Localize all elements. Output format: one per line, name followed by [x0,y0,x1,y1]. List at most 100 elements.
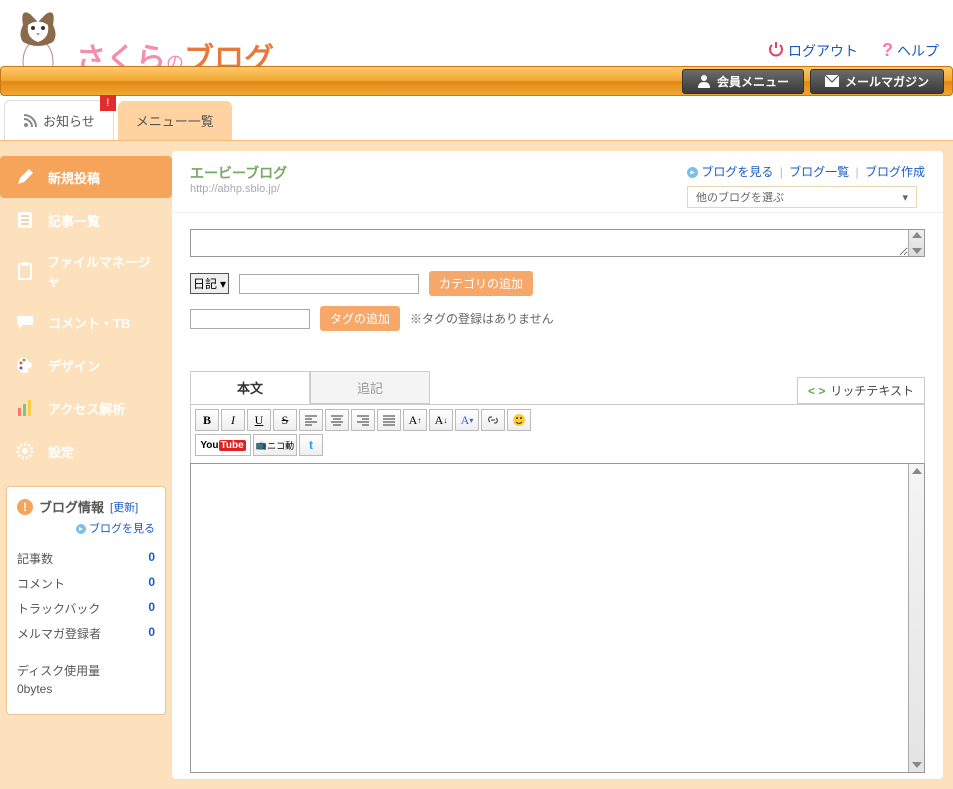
blog-select[interactable]: 他のブログを選ぶ ▾ [687,186,917,208]
sidebar-item-analytics[interactable]: アクセス解析 [0,387,172,429]
disk-label: ディスク使用量 [17,662,155,680]
tag-input[interactable] [190,309,310,329]
tab-news[interactable]: お知らせ ! [4,100,114,140]
sidebar-item-posts[interactable]: 記事一覧 [0,199,172,241]
stat-val: 0 [148,550,155,567]
blog-info-update-link[interactable]: [更新] [110,499,138,515]
underline-button[interactable]: U [247,409,271,431]
italic-button[interactable]: I [221,409,245,431]
member-menu-button[interactable]: 会員メニュー [682,69,804,94]
category-select-label: 日記 [193,275,217,292]
tab-news-label: お知らせ [43,111,95,130]
stat-row: コメント0 [17,571,155,596]
speech-icon [14,311,36,333]
info-icon: ! [17,499,33,515]
disk-usage: ディスク使用量 0bytes [17,662,155,698]
clipboard-icon [14,260,35,282]
font-color-button[interactable]: A▾ [455,409,479,431]
align-right-button[interactable] [351,409,375,431]
sidebar-item-label: アクセス解析 [48,399,125,418]
header: さくらのブログ SAKURA's blog ログアウト ? ヘルプ 会員メニュー… [0,0,953,96]
editor-tab-append[interactable]: 追記 [310,371,430,404]
logout-link[interactable]: ログアウト [768,40,858,61]
sidebar-item-label: ファイルマネージャ [47,252,158,290]
logout-label: ログアウト [788,41,858,61]
new-category-input[interactable] [239,274,419,294]
link-button[interactable] [481,409,505,431]
svg-text:!: ! [23,500,27,514]
bold-button[interactable]: B [195,409,219,431]
help-link[interactable]: ? ヘルプ [882,40,939,61]
category-row: 日記 ▾ カテゴリの追加 [190,271,925,296]
chevron-down-icon: ▾ [220,277,226,291]
help-label: ヘルプ [897,41,939,61]
blog-links: ブログを見る | ブログ一覧 | ブログ作成 [687,163,925,180]
scrollbar[interactable] [908,230,924,256]
view-blog-link[interactable]: ブログを見る [89,523,155,535]
tab-menu-list[interactable]: メニュー一覧 [118,101,232,140]
link-blog-list[interactable]: ブログ一覧 [789,165,849,179]
add-category-button[interactable]: カテゴリの追加 [429,271,533,296]
stat-val: 0 [148,625,155,642]
mail-icon [825,75,839,87]
sidebar-item-label: デザイン [48,356,100,375]
strike-button[interactable]: S [273,409,297,431]
list-icon [14,209,36,231]
blog-title: エービーブログ [190,163,287,183]
scrollbar[interactable] [908,464,924,772]
member-menu-label: 会員メニュー [717,73,789,90]
font-size-down-button[interactable]: A↓ [429,409,453,431]
header-links: ログアウト ? ヘルプ [768,40,939,61]
disk-value: 0bytes [17,680,155,698]
post-form: 日記 ▾ カテゴリの追加 タグの追加 ※タグの登録はありません [172,213,943,347]
stat-row: 記事数0 [17,546,155,571]
sidebar-item-settings[interactable]: 設定 [0,430,172,472]
sidebar-item-comments[interactable]: コメント・TB [0,301,172,343]
dot-arrow-icon [687,167,698,178]
twitter-button[interactable]: t [299,434,323,456]
title-input[interactable] [191,230,908,256]
rich-text-label: リッチテキスト [830,382,914,399]
sidebar: 新規投稿 記事一覧 ファイルマネージャ コメント・TB デザイン アクセス解析 … [0,141,172,789]
dot-arrow-icon [76,524,86,534]
stat-row: トラックバック0 [17,596,155,621]
orange-bar: 会員メニュー メールマガジン [0,66,953,96]
blog-url: http://abhp.sblo.jp/ [190,183,287,195]
editor-body [190,463,925,773]
emoji-button[interactable] [507,409,531,431]
youtube-button[interactable]: YouTube [195,434,251,456]
sidebar-item-files[interactable]: ファイルマネージャ [0,242,172,300]
gear-icon [14,440,36,462]
niconico-button[interactable]: 📺ニコ動 [253,434,297,456]
editor-tab-body-label: 本文 [237,381,263,396]
stat-val: 0 [148,575,155,592]
stats: 記事数0 コメント0 トラックバック0 メルマガ登録者0 [17,546,155,646]
editor-tab-row: 本文 追記 < > リッチテキスト [172,371,943,404]
title-field-wrap [190,229,925,257]
blog-info-panel: ! ブログ情報 [更新] ブログを見る 記事数0 コメント0 トラックバック0 … [6,486,166,715]
link-blog-create[interactable]: ブログ作成 [865,165,925,179]
body: 新規投稿 記事一覧 ファイルマネージャ コメント・TB デザイン アクセス解析 … [0,141,953,789]
rich-text-button[interactable]: < > リッチテキスト [797,377,925,404]
mail-magazine-button[interactable]: メールマガジン [810,69,944,94]
stat-key: トラックバック [17,600,100,617]
align-justify-button[interactable] [377,409,401,431]
category-select[interactable]: 日記 ▾ [190,273,229,294]
blog-info-title: ブログ情報 [39,497,104,516]
align-left-button[interactable] [299,409,323,431]
editor-toolbar: B I U S A↑ A↓ A▾ YouTube 📺ニコ動 t [190,404,925,463]
font-size-up-button[interactable]: A↑ [403,409,427,431]
editor-tab-body[interactable]: 本文 [190,371,310,404]
main-pane: エービーブログ http://abhp.sblo.jp/ ブログを見る | ブロ… [172,151,943,779]
content-textarea[interactable] [191,464,908,772]
code-icon: < > [808,384,825,398]
add-tag-button[interactable]: タグの追加 [320,306,400,331]
nico-label: ニコ動 [267,439,294,452]
sidebar-item-label: コメント・TB [48,313,130,332]
mail-magazine-label: メールマガジン [845,73,929,90]
palette-icon [14,354,36,376]
sidebar-item-new-post[interactable]: 新規投稿 [0,156,172,198]
sidebar-item-design[interactable]: デザイン [0,344,172,386]
link-view-blog[interactable]: ブログを見る [701,165,773,179]
align-center-button[interactable] [325,409,349,431]
